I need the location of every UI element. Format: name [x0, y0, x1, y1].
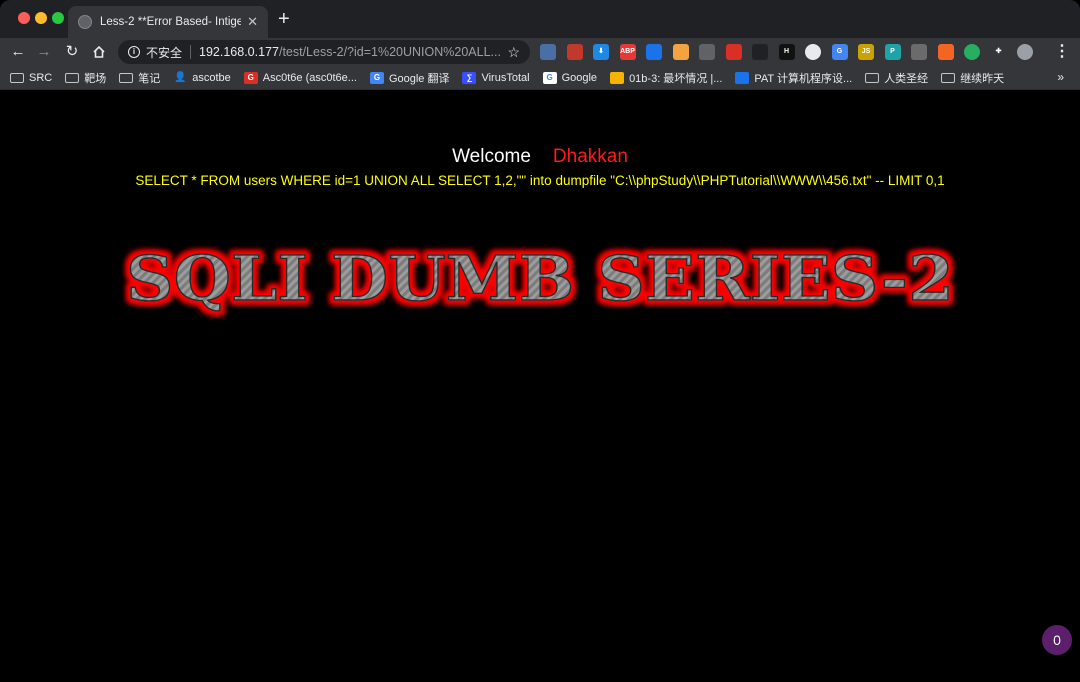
bookmark-label: Google	[561, 71, 598, 84]
bookmark-label: 继续昨天	[960, 72, 1005, 85]
ext-2-icon[interactable]	[566, 44, 583, 60]
folder-icon	[10, 72, 24, 83]
bookmarks-overflow-button[interactable]: »	[1057, 70, 1064, 84]
download-ext-icon[interactable]: ⬇	[593, 44, 609, 60]
maximize-window-button[interactable]	[52, 12, 64, 24]
bookmark-label: 人类圣经	[884, 72, 929, 85]
extensions-toolbar: ⬇ ABP H G JS P ✚	[540, 42, 1044, 62]
js-ext-icon[interactable]: JS	[858, 44, 874, 60]
welcome-text: Welcome	[452, 146, 531, 167]
close-window-button[interactable]	[18, 12, 30, 24]
bookmark-star-icon[interactable]: ☆	[507, 44, 520, 61]
translate-icon: G	[369, 71, 384, 84]
bookmark-label: 靶场	[84, 72, 107, 85]
ext-17-icon[interactable]	[964, 44, 980, 60]
home-icon	[93, 45, 105, 58]
folder-icon	[941, 72, 956, 83]
bookmark-item[interactable]: ∑ VirusTotal	[462, 71, 530, 84]
pat-icon	[735, 71, 750, 84]
bookmark-item[interactable]: SRC	[10, 72, 52, 84]
welcome-line: Welcome Dhakkan	[0, 146, 1080, 168]
reload-button[interactable]: ↻	[62, 42, 82, 62]
profile-ext-icon[interactable]	[1017, 44, 1033, 60]
puzzle-ext-icon[interactable]: ✚	[990, 44, 1007, 60]
address-bar[interactable]: i 不安全 192.168.0.177 /test/Less-2/?id=1%2…	[118, 40, 530, 64]
ext-1-icon[interactable]	[540, 44, 556, 60]
security-label: 不安全	[146, 45, 183, 60]
url-path: /test/Less-2/?id=1%20UNION%20ALL...	[278, 45, 501, 59]
sql-query-text: SELECT * FROM users WHERE id=1 UNION ALL…	[135, 173, 945, 188]
toolbar: ← → ↻ i 不安全 192.168.0.177 /test/Less-2/?…	[0, 38, 1080, 66]
cookie-ext-icon[interactable]	[672, 44, 689, 60]
folder-icon	[65, 72, 80, 83]
globe-icon	[78, 15, 92, 29]
bookmark-label: ascotbe	[192, 71, 231, 84]
ext-16-icon[interactable]	[937, 44, 954, 60]
bookmark-item[interactable]: 01b-3: 最坏情况 |...	[610, 70, 722, 86]
ext-11-icon[interactable]	[805, 44, 821, 60]
bookmark-item[interactable]: 👤 ascotbe	[173, 72, 231, 84]
ext-5-icon[interactable]	[646, 44, 662, 60]
bookmark-item[interactable]: G Google 翻译	[369, 70, 450, 86]
bookmark-item[interactable]: 笔记	[119, 70, 160, 86]
ext-8-icon[interactable]	[725, 44, 742, 60]
ext-15-icon[interactable]	[911, 44, 927, 60]
url-host: 192.168.0.177	[199, 45, 279, 59]
tab-title: Less-2 **Error Based- Intiger**	[100, 16, 242, 28]
banner-text: SQLI DUMB SERIES-2	[126, 242, 954, 315]
page-content: Welcome Dhakkan SELECT * FROM users WHERE…	[0, 90, 1080, 682]
person-icon: 👤	[174, 71, 187, 83]
back-button[interactable]: ←	[8, 42, 28, 62]
google-icon: G	[542, 71, 557, 84]
info-icon[interactable]: i	[128, 46, 140, 58]
sqli-dumb-series-banner: SQLI DUMB SERIES-2	[125, 241, 955, 316]
folder-icon	[865, 72, 880, 83]
bookmark-item[interactable]: G Asc0t6e (asc0t6e...	[243, 71, 357, 84]
bookmark-item[interactable]: PAT 计算机程序设...	[735, 70, 852, 86]
tab-strip: Less-2 **Error Based- Intiger** ✕ +	[0, 0, 1080, 38]
adblock-plus-ext-icon[interactable]: ABP	[619, 44, 636, 60]
more-menu-icon[interactable]: ⋮	[1054, 42, 1070, 62]
forward-button[interactable]: →	[34, 42, 54, 62]
translate-ext-icon[interactable]: G	[831, 44, 848, 60]
ext-10-icon[interactable]: H	[778, 44, 795, 60]
ext-7-icon[interactable]	[699, 44, 715, 60]
bookmark-label: SRC	[29, 71, 53, 84]
ext-9-icon[interactable]	[752, 44, 768, 60]
home-button[interactable]	[89, 42, 109, 62]
bookmark-item[interactable]: 靶场	[65, 70, 106, 86]
new-tab-button[interactable]: +	[278, 9, 290, 29]
browser-tab[interactable]: Less-2 **Error Based- Intiger** ✕	[68, 6, 268, 38]
browser-window: Less-2 **Error Based- Intiger** ✕ + ← → …	[0, 0, 1080, 682]
bookmark-label: PAT 计算机程序设...	[754, 72, 853, 85]
bookmark-label: VirusTotal	[481, 71, 530, 84]
minimize-window-button[interactable]	[35, 12, 47, 24]
omnibox-divider	[190, 45, 192, 59]
bookmark-item[interactable]: G Google	[542, 71, 598, 84]
bookmark-label: 01b-3: 最坏情况 |...	[629, 72, 723, 85]
colorful-icon	[610, 71, 625, 84]
ext-14-icon[interactable]: P	[884, 44, 901, 60]
counter-badge-button[interactable]: 0	[1042, 625, 1072, 655]
virustotal-icon: ∑	[462, 71, 477, 84]
bookmark-label: Asc0t6e (asc0t6e...	[262, 71, 357, 84]
folder-icon	[119, 72, 134, 83]
close-icon[interactable]: ✕	[247, 14, 258, 30]
g-red-icon: G	[243, 71, 258, 84]
bookmark-label: Google 翻译	[388, 72, 450, 85]
bookmark-label: 笔记	[138, 72, 161, 85]
user-name: Dhakkan	[552, 146, 628, 167]
bookmarks-bar: SRC 靶场 笔记 👤 ascotbe G Asc0t6e (asc0t6e... G Goog…	[0, 66, 1080, 90]
bookmark-item[interactable]: 继续昨天	[941, 70, 1004, 86]
bookmark-item[interactable]: 人类圣经	[865, 70, 928, 86]
